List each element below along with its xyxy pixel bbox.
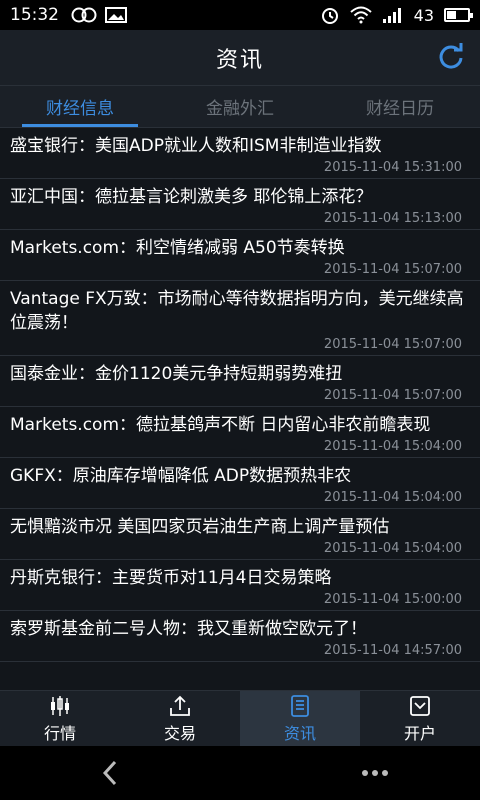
back-icon[interactable] (100, 759, 120, 787)
news-time: 2015-11-04 15:07:00 (323, 337, 462, 352)
nav-trade[interactable]: 交易 (120, 691, 240, 746)
news-item[interactable]: Markets.com：利空情绪减弱 A50节奏转换 2015-11-04 15:… (0, 230, 480, 281)
link-icon (71, 7, 97, 23)
news-item[interactable]: Vantage FX万致：市场耐心等待数据指明方向，美元继续高位震荡！ 2015-… (0, 281, 480, 356)
news-item[interactable]: 亚汇中国：德拉基言论刺激美多 耶伦锦上添花？ 2015-11-04 15:13:0… (0, 179, 480, 230)
news-headline: GKFX：原油库存增幅降低 ADP数据预热非农 (10, 466, 352, 486)
inbox-icon (410, 695, 430, 716)
news-item[interactable]: 盛宝银行：美国ADP就业人数和ISM非制造业指数 2015-11-04 15:31… (0, 128, 480, 179)
news-time: 2015-11-04 15:04:00 (323, 541, 462, 556)
tab-finance-info[interactable]: 财经信息 (0, 86, 160, 127)
tab-forex[interactable]: 金融外汇 (160, 86, 320, 127)
news-headline: Markets.com：利空情绪减弱 A50节奏转换 (10, 238, 345, 258)
bottom-nav: 行情 交易 资讯 开户 (0, 690, 480, 746)
status-bar: 15:32 43 (0, 0, 480, 30)
news-time: 2015-11-04 15:04:00 (323, 490, 462, 505)
news-time: 2015-11-04 15:13:00 (323, 211, 462, 226)
document-icon (291, 694, 309, 717)
nav-account[interactable]: 开户 (360, 691, 480, 746)
tab-calendar[interactable]: 财经日历 (320, 86, 480, 127)
battery-icon (444, 8, 473, 22)
nav-news[interactable]: 资讯 (240, 691, 360, 746)
news-headline: Vantage FX万致：市场耐心等待数据指明方向，美元继续高位震荡！ (10, 289, 464, 333)
image-icon (105, 7, 127, 23)
news-headline: 国泰金业：金价1120美元争持短期弱势难扭 (10, 364, 343, 384)
news-time: 2015-11-04 14:57:00 (323, 643, 462, 658)
news-headline: 丹斯克银行：主要货币对11月4日交易策略 (10, 568, 332, 588)
signal-icon (382, 8, 401, 23)
news-time: 2015-11-04 15:07:00 (323, 388, 462, 403)
battery-percent: 43 (413, 5, 434, 25)
nav-quotes-label: 行情 (43, 723, 76, 743)
refresh-icon[interactable] (436, 42, 466, 72)
status-time: 15:32 (10, 5, 59, 25)
news-item[interactable]: 丹斯克银行：主要货币对11月4日交易策略 2015-11-04 15:00:00 (0, 560, 480, 611)
alarm-icon (321, 8, 338, 24)
upload-icon (170, 695, 190, 716)
news-headline: 亚汇中国：德拉基言论刺激美多 耶伦锦上添花？ (10, 187, 373, 207)
news-time: 2015-11-04 15:31:00 (323, 160, 462, 175)
nav-news-label: 资讯 (283, 723, 316, 743)
news-headline: 无惧黯淡市况 美国四家页岩油生产商上调产量预估 (10, 517, 390, 537)
news-headline: 盛宝银行：美国ADP就业人数和ISM非制造业指数 (10, 136, 382, 156)
news-item[interactable]: 索罗斯基金前二号人物：我又重新做空欧元了！ 2015-11-04 14:57:00 (0, 611, 480, 662)
nav-trade-label: 交易 (163, 723, 196, 743)
news-headline: 索罗斯基金前二号人物：我又重新做空欧元了！ (10, 619, 367, 639)
news-headline: Markets.com：德拉基鸽声不断 日内留心非农前瞻表现 (10, 415, 431, 435)
news-item[interactable]: Markets.com：德拉基鸽声不断 日内留心非农前瞻表现 2015-11-04… (0, 407, 480, 458)
nav-quotes[interactable]: 行情 (0, 691, 120, 746)
page-title: 资讯 (215, 47, 264, 73)
system-nav-bar (0, 746, 480, 800)
nav-account-label: 开户 (403, 723, 436, 743)
news-item[interactable]: 无惧黯淡市况 美国四家页岩油生产商上调产量预估 2015-11-04 15:04:… (0, 509, 480, 560)
wifi-icon (349, 6, 372, 24)
news-time: 2015-11-04 15:00:00 (323, 592, 462, 607)
category-tabs: 财经信息 金融外汇 财经日历 (0, 86, 480, 128)
news-time: 2015-11-04 15:07:00 (323, 262, 462, 277)
chart-icon (51, 695, 69, 716)
news-item[interactable]: GKFX：原油库存增幅降低 ADP数据预热非农 2015-11-04 15:04:… (0, 458, 480, 509)
more-icon[interactable] (360, 768, 390, 778)
news-time: 2015-11-04 15:04:00 (323, 439, 462, 454)
news-item[interactable]: 国泰金业：金价1120美元争持短期弱势难扭 2015-11-04 15:07:00 (0, 356, 480, 407)
news-list: 盛宝银行：美国ADP就业人数和ISM非制造业指数 2015-11-04 15:31… (0, 128, 480, 690)
app-header: 资讯 (0, 30, 480, 86)
